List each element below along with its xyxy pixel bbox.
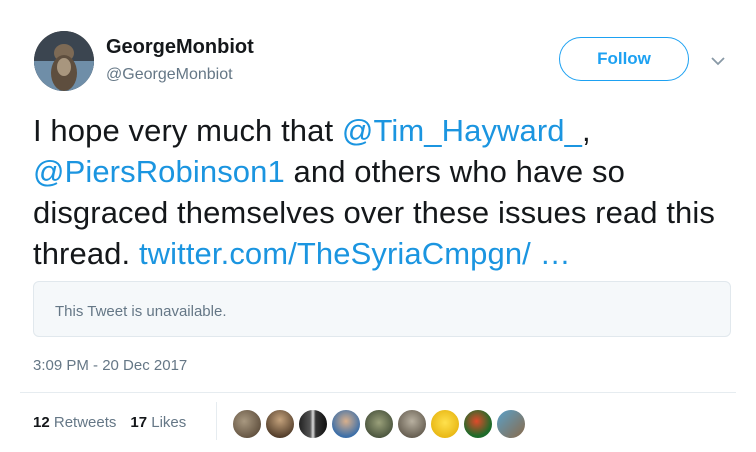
liker-avatar[interactable] <box>463 409 493 439</box>
liker-avatar[interactable] <box>232 409 262 439</box>
liker-avatar[interactable] <box>397 409 427 439</box>
liker-avatar[interactable] <box>496 409 526 439</box>
author-name[interactable]: GeorgeMonbiot <box>106 36 254 59</box>
quoted-tweet-unavailable: This Tweet is unavailable. <box>33 281 731 337</box>
likes-count: 17 <box>130 414 148 431</box>
retweets-stat[interactable]: 12 Retweets <box>33 414 116 431</box>
likes-stat[interactable]: 17 Likes <box>130 414 186 431</box>
tweet-text: I hope very much that @Tim_Hayward_, @Pi… <box>33 110 733 274</box>
divider <box>20 392 736 393</box>
liker-avatar[interactable] <box>298 409 328 439</box>
retweets-count: 12 <box>33 414 50 431</box>
liker-avatar[interactable] <box>430 409 460 439</box>
url-link[interactable]: twitter.com/TheSyriaCmpgn/ … <box>139 236 571 271</box>
tweet-card: GeorgeMonbiot @GeorgeMonbiot Follow I ho… <box>0 0 756 452</box>
chevron-down-icon[interactable] <box>710 54 726 66</box>
mention-link[interactable]: @PiersRobinson1 <box>33 154 285 189</box>
tweet-stats: 12 Retweets 17 Likes <box>33 414 200 431</box>
tweet-text-part: I hope very much that <box>33 113 342 148</box>
retweets-label: Retweets <box>53 414 117 431</box>
author-handle[interactable]: @GeorgeMonbiot <box>106 66 233 84</box>
liker-avatar[interactable] <box>265 409 295 439</box>
liker-avatar[interactable] <box>364 409 394 439</box>
follow-button[interactable]: Follow <box>559 37 689 81</box>
mention-link[interactable]: @Tim_Hayward_ <box>342 113 582 148</box>
stats-divider <box>216 402 217 440</box>
liker-avatar[interactable] <box>331 409 361 439</box>
tweet-timestamp[interactable]: 3:09 PM - 20 Dec 2017 <box>33 357 187 374</box>
author-avatar[interactable] <box>34 31 94 91</box>
likes-label: Likes <box>151 414 187 431</box>
tweet-text-part: , <box>582 113 591 148</box>
quoted-message: This Tweet is unavailable. <box>55 303 227 320</box>
